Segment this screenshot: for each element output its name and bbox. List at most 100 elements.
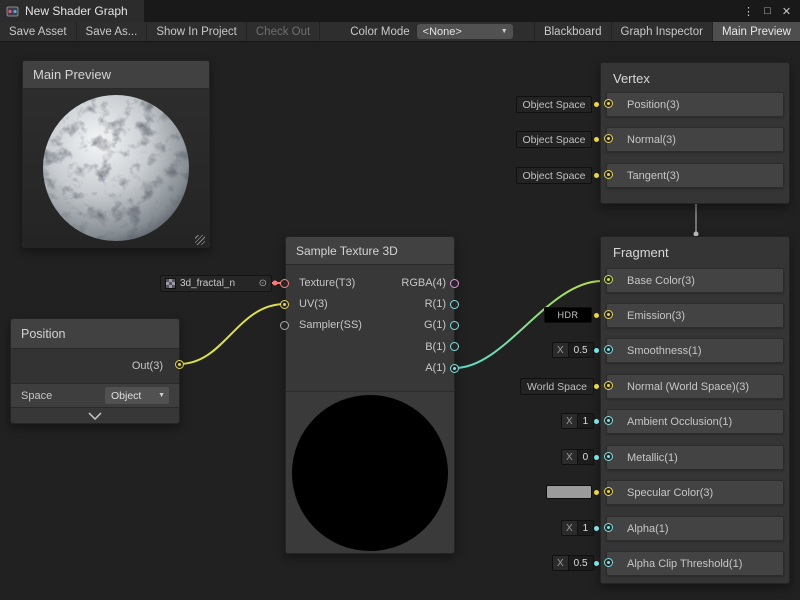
edge-position-to-uv[interactable]: [179, 304, 285, 364]
block-smoothness[interactable]: Smoothness(1): [606, 338, 784, 363]
main-preview-body: [23, 89, 209, 247]
port-smoothness[interactable]: [604, 345, 613, 354]
main-preview-panel[interactable]: Main Preview: [22, 60, 210, 248]
port-vertex-position[interactable]: [604, 99, 613, 108]
port-a-output[interactable]: [450, 364, 459, 373]
ambient-occlusion-field[interactable]: X 1: [561, 413, 594, 429]
float-axis-label: X: [562, 450, 578, 464]
port-r-output[interactable]: [450, 300, 459, 309]
output-label: G(1): [348, 319, 446, 331]
port-normal-world-space[interactable]: [604, 381, 613, 390]
show-in-project-button[interactable]: Show In Project: [147, 22, 247, 41]
main-preview-toggle[interactable]: Main Preview: [712, 22, 800, 41]
sample-texture-3d-title: Sample Texture 3D: [296, 244, 398, 258]
block-vertex-normal[interactable]: Normal(3): [606, 127, 784, 152]
node-preview: [286, 391, 454, 553]
block-label: Alpha(1): [627, 523, 669, 535]
color-mode-label: Color Mode: [350, 26, 409, 38]
kebab-menu-icon[interactable]: ⋮: [740, 3, 757, 20]
block-alpha[interactable]: Alpha(1): [606, 516, 784, 541]
port-alpha-clip-threshold[interactable]: [604, 558, 613, 567]
port-b-output[interactable]: [450, 342, 459, 351]
float-value[interactable]: 0.5: [569, 556, 593, 570]
port-ambient-occlusion[interactable]: [604, 416, 613, 425]
widget-dot: [594, 526, 599, 531]
button-label: Save Asset: [9, 26, 67, 38]
texture-name: 3d_fractal_n: [180, 278, 235, 289]
pill-label: Object Space: [522, 99, 585, 111]
float-axis-label: X: [553, 343, 569, 357]
block-emission[interactable]: Emission(3): [606, 303, 784, 328]
port-uv-input[interactable]: [280, 300, 289, 309]
port-g-output[interactable]: [450, 321, 459, 330]
main-preview-header[interactable]: Main Preview: [23, 61, 209, 89]
space-dropdown[interactable]: Object ▼: [105, 387, 169, 404]
output-label: B(1): [348, 341, 446, 353]
button-label: Main Preview: [722, 26, 791, 38]
block-label: Position(3): [627, 99, 680, 111]
port-base-color[interactable]: [604, 275, 613, 284]
graph-inspector-toggle[interactable]: Graph Inspector: [611, 22, 712, 41]
block-metallic[interactable]: Metallic(1): [606, 445, 784, 470]
widget-dot: [594, 384, 599, 389]
close-icon[interactable]: ✕: [778, 3, 795, 20]
alpha-field[interactable]: X 1: [561, 520, 594, 536]
widget-dot: [594, 173, 599, 178]
specular-color-field[interactable]: [546, 485, 592, 499]
emission-hdr-color-field[interactable]: HDR: [544, 307, 592, 323]
tab-new-shader-graph[interactable]: New Shader Graph: [0, 0, 144, 22]
space-selector-tangent[interactable]: Object Space: [516, 167, 592, 184]
float-value[interactable]: 0.5: [569, 343, 593, 357]
block-normal-world-space[interactable]: Normal (World Space)(3): [606, 374, 784, 399]
block-label: Normal (World Space)(3): [627, 381, 749, 393]
position-node-header[interactable]: Position: [11, 319, 179, 349]
float-value[interactable]: 1: [578, 521, 594, 535]
port-specular-color[interactable]: [604, 487, 613, 496]
alpha-clip-threshold-field[interactable]: X 0.5: [552, 555, 594, 571]
pill-label: Object Space: [522, 134, 585, 146]
space-dropdown-value: Object: [111, 390, 141, 402]
space-selector-normal[interactable]: Object Space: [516, 131, 592, 148]
port-metallic[interactable]: [604, 452, 613, 461]
smoothness-field[interactable]: X 0.5: [552, 342, 594, 358]
color-mode-dropdown[interactable]: <None> ▼: [417, 24, 513, 39]
vertex-node-title: Vertex: [613, 71, 650, 86]
block-alpha-clip-threshold[interactable]: Alpha Clip Threshold(1): [606, 551, 784, 576]
port-emission[interactable]: [604, 310, 613, 319]
pill-label: Object Space: [522, 170, 585, 182]
port-alpha[interactable]: [604, 523, 613, 532]
space-selector-position[interactable]: Object Space: [516, 96, 592, 113]
port-rgba-output[interactable]: [450, 279, 459, 288]
block-vertex-position[interactable]: Position(3): [606, 92, 784, 117]
save-as-button[interactable]: Save As...: [77, 22, 148, 41]
port-texture-input[interactable]: [280, 279, 289, 288]
input-label: Texture(T3): [299, 277, 355, 289]
float-value[interactable]: 0: [578, 450, 594, 464]
position-out-row: Out(3): [11, 349, 179, 383]
block-ambient-occlusion[interactable]: Ambient Occlusion(1): [606, 409, 784, 434]
port-vertex-tangent[interactable]: [604, 170, 613, 179]
block-base-color[interactable]: Base Color(3): [606, 268, 784, 293]
position-node[interactable]: Position Out(3) Space Object ▼: [10, 318, 180, 424]
shader-graph-icon: [6, 5, 19, 18]
blackboard-toggle[interactable]: Blackboard: [534, 22, 611, 41]
tab-title: New Shader Graph: [25, 4, 128, 18]
block-vertex-tangent[interactable]: Tangent(3): [606, 163, 784, 188]
widget-dot: [594, 490, 599, 495]
texture-object-field[interactable]: 3d_fractal_n ⊙: [160, 275, 272, 292]
float-value[interactable]: 1: [578, 414, 594, 428]
collapse-toggle[interactable]: [11, 407, 179, 423]
save-asset-button[interactable]: Save Asset: [0, 22, 77, 41]
resize-grip[interactable]: [195, 235, 205, 245]
port-vertex-normal[interactable]: [604, 134, 613, 143]
block-label: Smoothness(1): [627, 345, 702, 357]
normal-space-selector[interactable]: World Space: [520, 378, 594, 395]
block-specular-color[interactable]: Specular Color(3): [606, 480, 784, 505]
port-sampler-input[interactable]: [280, 321, 289, 330]
metallic-field[interactable]: X 0: [561, 449, 594, 465]
port-position-out[interactable]: [175, 360, 184, 369]
object-picker-icon[interactable]: ⊙: [259, 279, 267, 289]
maximize-icon[interactable]: □: [759, 3, 776, 20]
space-label: Space: [21, 390, 52, 402]
sample-texture-3d-header[interactable]: Sample Texture 3D: [286, 237, 454, 265]
